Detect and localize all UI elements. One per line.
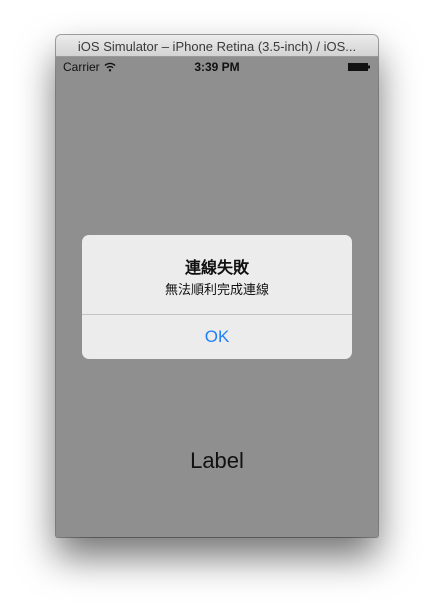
ok-button[interactable]: OK (82, 315, 352, 359)
alert-dialog: 連線失敗 無法順利完成連線 OK (82, 235, 352, 359)
iphone-screen[interactable]: Carrier 3:39 PM Label 連線失敗 無法順利完成連線 OK (56, 57, 378, 537)
desktop-background: iOS Simulator – iPhone Retina (3.5-inch)… (0, 0, 434, 616)
simulator-window: iOS Simulator – iPhone Retina (3.5-inch)… (56, 35, 378, 537)
alert-title: 連線失敗 (184, 260, 249, 277)
window-title: iOS Simulator – iPhone Retina (3.5-inch)… (77, 39, 357, 54)
window-titlebar[interactable]: iOS Simulator – iPhone Retina (3.5-inch)… (56, 35, 378, 57)
alert-message: 無法順利完成連線 (164, 282, 269, 297)
